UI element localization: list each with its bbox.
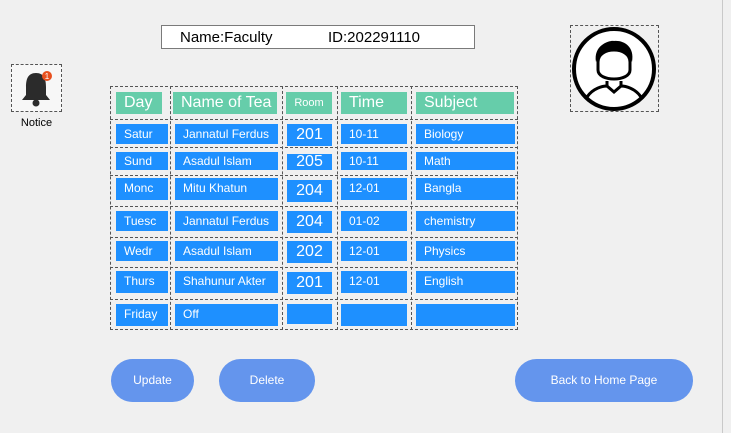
update-button[interactable]: Update	[111, 359, 194, 402]
cell-teacher[interactable]: Jannatul Ferdus	[175, 211, 278, 231]
cell-day[interactable]: Thurs	[116, 271, 168, 293]
cell-time[interactable]	[341, 304, 407, 326]
cell-subject[interactable]: Bangla	[416, 178, 515, 200]
cell-room[interactable]: 205	[287, 154, 332, 170]
window-edge	[722, 0, 723, 433]
table-divider	[110, 299, 518, 300]
table-divider	[110, 206, 518, 207]
notice-button[interactable]: 1	[11, 64, 62, 112]
table-divider	[110, 267, 518, 268]
cell-room[interactable]: 201	[287, 124, 332, 146]
table-divider	[411, 86, 412, 330]
cell-subject[interactable]: chemistry	[416, 211, 515, 231]
cell-day[interactable]: Wedr	[116, 241, 168, 261]
cell-day[interactable]: Friday	[116, 304, 168, 326]
faculty-name-label: Name:Faculty	[180, 29, 273, 46]
cell-time[interactable]: 01-02	[341, 211, 407, 231]
cell-room[interactable]: 201	[287, 272, 332, 294]
header-time: Time	[341, 92, 407, 114]
cell-day[interactable]: Sund	[116, 152, 168, 170]
user-avatar-icon	[572, 27, 656, 111]
cell-time[interactable]: 12-01	[341, 178, 407, 200]
cell-room[interactable]: 204	[287, 211, 332, 233]
cell-day[interactable]: Tuesc	[116, 211, 168, 231]
cell-teacher[interactable]: Mitu Khatun	[175, 178, 278, 200]
user-info-box: Name:Faculty ID:202291110	[161, 25, 475, 49]
table-divider	[110, 119, 518, 120]
cell-teacher[interactable]: Shahunur Akter	[175, 271, 278, 293]
cell-subject[interactable]: Biology	[416, 124, 515, 144]
bell-icon: 1	[22, 71, 52, 107]
faculty-id-label: ID:202291110	[328, 29, 421, 46]
cell-teacher[interactable]: Asadul Islam	[175, 152, 278, 170]
table-divider	[170, 86, 171, 330]
cell-time[interactable]: 10-11	[341, 152, 407, 170]
delete-button[interactable]: Delete	[219, 359, 315, 402]
cell-subject[interactable]: English	[416, 271, 515, 293]
table-divider	[337, 86, 338, 330]
cell-room[interactable]	[287, 304, 332, 324]
cell-room[interactable]: 204	[287, 180, 332, 202]
header-subject: Subject	[416, 92, 514, 114]
cell-teacher[interactable]: Off	[175, 304, 278, 326]
cell-time[interactable]: 12-01	[341, 241, 407, 261]
cell-teacher[interactable]: Asadul Islam	[175, 241, 278, 261]
cell-time[interactable]: 10-11	[341, 124, 407, 144]
cell-day[interactable]: Satur	[116, 124, 168, 144]
cell-subject[interactable]	[416, 304, 515, 326]
notification-count: 1	[45, 72, 50, 81]
cell-subject[interactable]: Math	[416, 152, 515, 170]
header-teacher-name: Name of Tea	[173, 92, 277, 114]
table-divider	[110, 237, 518, 238]
back-to-home-button[interactable]: Back to Home Page	[515, 359, 693, 402]
table-divider	[282, 86, 283, 330]
avatar[interactable]	[570, 25, 659, 112]
notice-label: Notice	[20, 117, 53, 129]
table-divider	[110, 175, 518, 176]
cell-time[interactable]: 12-01	[341, 271, 407, 293]
table-divider	[110, 147, 518, 148]
cell-room[interactable]: 202	[287, 241, 332, 263]
cell-subject[interactable]: Physics	[416, 241, 515, 261]
cell-day[interactable]: Monc	[116, 178, 168, 200]
header-room: Room	[286, 92, 332, 114]
header-day: Day	[116, 92, 162, 114]
cell-teacher[interactable]: Jannatul Ferdus	[175, 124, 278, 144]
